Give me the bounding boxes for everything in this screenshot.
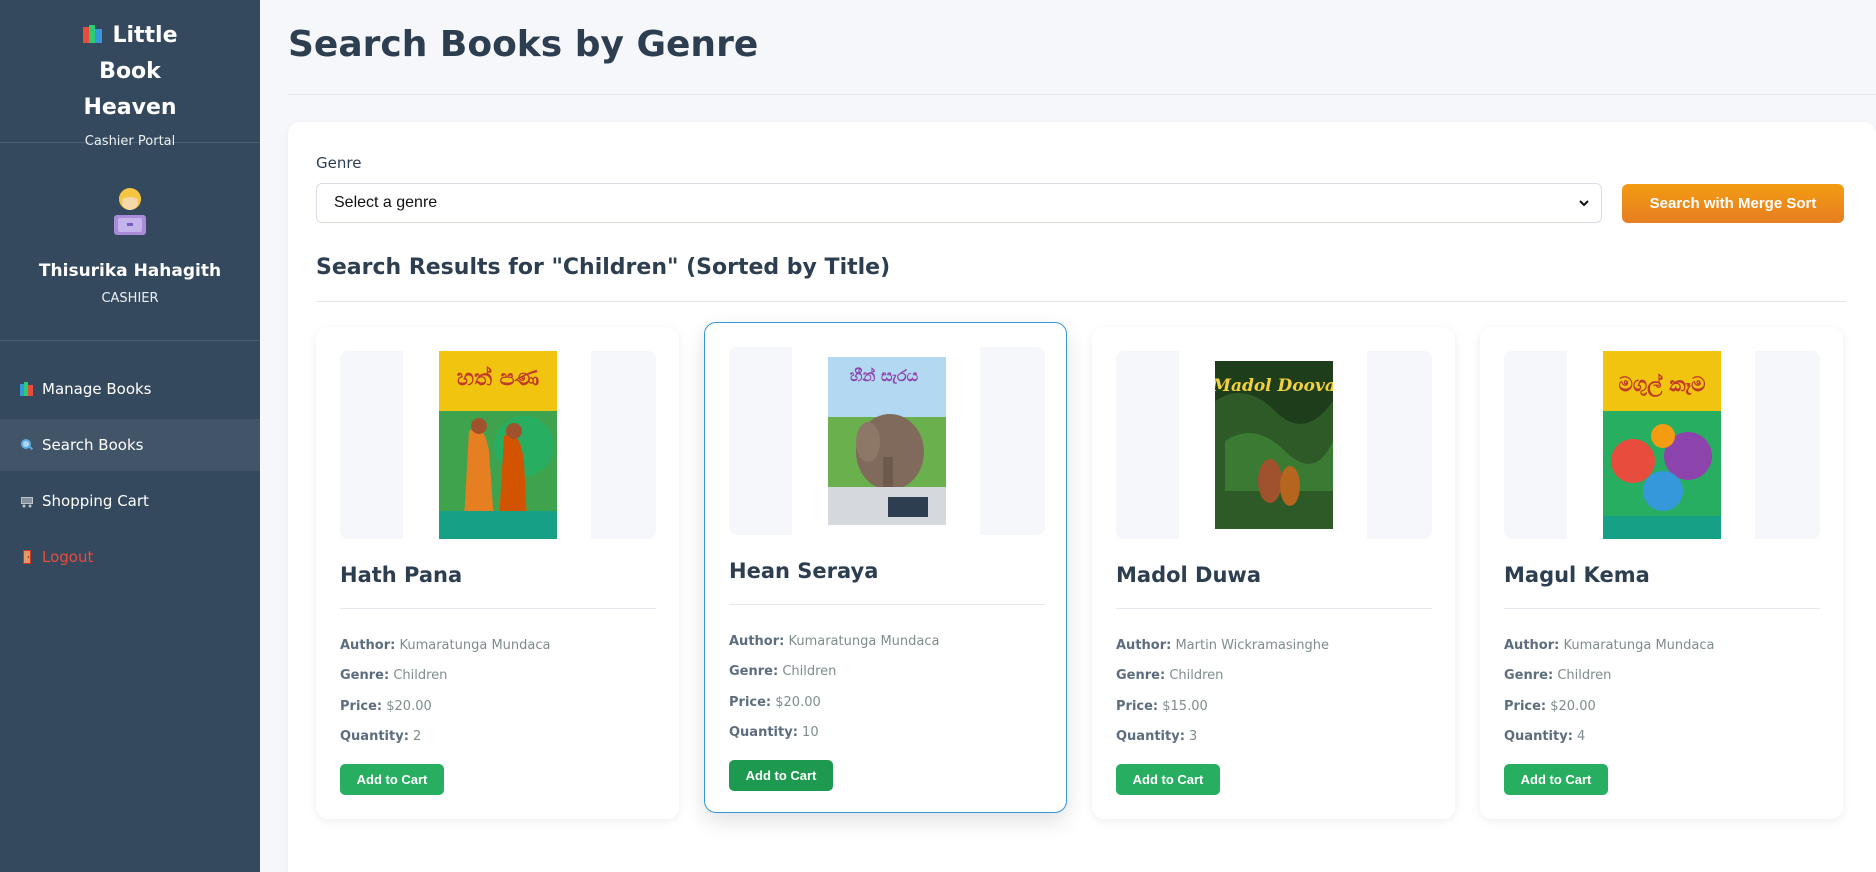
book-price: Price: $20.00 — [340, 699, 432, 714]
book-genre: Genre: Children — [1116, 668, 1224, 683]
book-genre: Genre: Children — [340, 668, 448, 683]
sidebar-item-label: Shopping Cart — [42, 492, 149, 510]
divider — [1504, 608, 1820, 609]
book-card-magul-kema: මගුල් කෑම Magul Kema Author: Kumaratunga… — [1480, 327, 1843, 819]
divider — [340, 608, 656, 609]
book-cover-frame: හත් පණ — [340, 351, 656, 539]
book-quantity: Quantity: 3 — [1116, 729, 1198, 744]
book-title: Madol Duwa — [1116, 563, 1261, 587]
book-author: Author: Martin Wickramasinghe — [1116, 638, 1329, 653]
results-heading: Search Results for "Children" (Sorted by… — [316, 255, 891, 280]
cart-icon — [20, 494, 34, 508]
book-quantity: Quantity: 2 — [340, 729, 422, 744]
search-panel: Genre Select a genre Search with Merge S… — [288, 122, 1876, 872]
book-card-hath-pana: හත් පණ Hath Pana Author: Kumaratunga Mun… — [316, 327, 679, 819]
book-quantity: Quantity: 10 — [729, 725, 819, 740]
svg-text:හත් පණ: හත් පණ — [457, 365, 540, 391]
book-cover-frame: Madol Doova — [1116, 351, 1432, 539]
book-genre: Genre: Children — [729, 664, 837, 679]
search-icon — [20, 438, 34, 452]
book-card-hean-seraya: හීන් සැරය Hean Seraya Author: Kumaratung… — [704, 322, 1067, 813]
book-price: Price: $20.00 — [729, 695, 821, 710]
book-price: Price: $20.00 — [1504, 699, 1596, 714]
user-name: Thisurika Hahagith — [38, 261, 222, 281]
sidebar: Little Book Heaven Cashier Portal Thisur… — [0, 0, 260, 872]
chevron-down-icon — [1577, 196, 1591, 210]
books-logo-icon — [82, 20, 104, 43]
genre-select-value: Select a genre — [334, 194, 438, 211]
sidebar-item-label: Search Books — [42, 436, 144, 454]
add-to-cart-button[interactable]: Add to Cart — [1116, 764, 1220, 795]
divider — [288, 94, 1876, 95]
books-icon — [20, 382, 34, 396]
sidebar-item-label: Logout — [42, 548, 94, 566]
book-title: Hean Seraya — [729, 559, 879, 583]
user-role: CASHIER — [101, 291, 159, 306]
book-author: Author: Kumaratunga Mundaca — [1504, 638, 1715, 653]
sidebar-item-logout[interactable]: Logout — [0, 531, 260, 583]
add-to-cart-button[interactable]: Add to Cart — [729, 760, 833, 791]
genre-label: Genre — [316, 154, 362, 172]
brand-title: Little Book Heaven — [50, 18, 210, 126]
book-cover-image: Madol Doova — [1215, 361, 1333, 529]
sidebar-item-shopping-cart[interactable]: Shopping Cart — [0, 475, 260, 527]
search-merge-sort-button[interactable]: Search with Merge Sort — [1622, 184, 1844, 223]
sidebar-item-label: Manage Books — [42, 380, 152, 398]
svg-text:Madol Doova: Madol Doova — [1215, 376, 1333, 396]
book-cover-frame: මගුල් කෑම — [1504, 351, 1820, 539]
user-profile: Thisurika Hahagith CASHIER — [0, 143, 260, 341]
sidebar-nav: Manage Books Search Books Shopping Cart … — [0, 341, 260, 583]
book-price: Price: $15.00 — [1116, 699, 1208, 714]
svg-text:මගුල් කෑම: මගුල් කෑම — [1618, 372, 1705, 398]
book-card-madol-duwa: Madol Doova Madol Duwa Author: Martin Wi… — [1092, 327, 1455, 819]
svg-text:හීන් සැරය: හීන් සැරය — [850, 366, 919, 385]
book-title: Magul Kema — [1504, 563, 1650, 587]
book-genre: Genre: Children — [1504, 668, 1612, 683]
divider — [316, 301, 1846, 302]
brand: Little Book Heaven Cashier Portal — [0, 0, 260, 149]
divider — [729, 604, 1045, 605]
sidebar-item-search-books[interactable]: Search Books — [0, 419, 260, 471]
add-to-cart-button[interactable]: Add to Cart — [340, 764, 444, 795]
book-cover-image: මගුල් කෑම — [1603, 351, 1721, 539]
book-cover-image: හීන් සැරය — [828, 357, 946, 525]
genre-select[interactable]: Select a genre — [316, 183, 1602, 223]
page-title: Search Books by Genre — [288, 24, 759, 65]
book-author: Author: Kumaratunga Mundaca — [340, 638, 551, 653]
divider — [1116, 608, 1432, 609]
sidebar-item-manage-books[interactable]: Manage Books — [0, 363, 260, 415]
book-cover-image: හත් පණ — [439, 351, 557, 539]
book-cover-frame: හීන් සැරය — [729, 347, 1045, 535]
book-author: Author: Kumaratunga Mundaca — [729, 634, 940, 649]
book-quantity: Quantity: 4 — [1504, 729, 1586, 744]
book-title: Hath Pana — [340, 563, 463, 587]
add-to-cart-button[interactable]: Add to Cart — [1504, 764, 1608, 795]
avatar — [106, 185, 154, 237]
door-icon — [20, 550, 34, 564]
